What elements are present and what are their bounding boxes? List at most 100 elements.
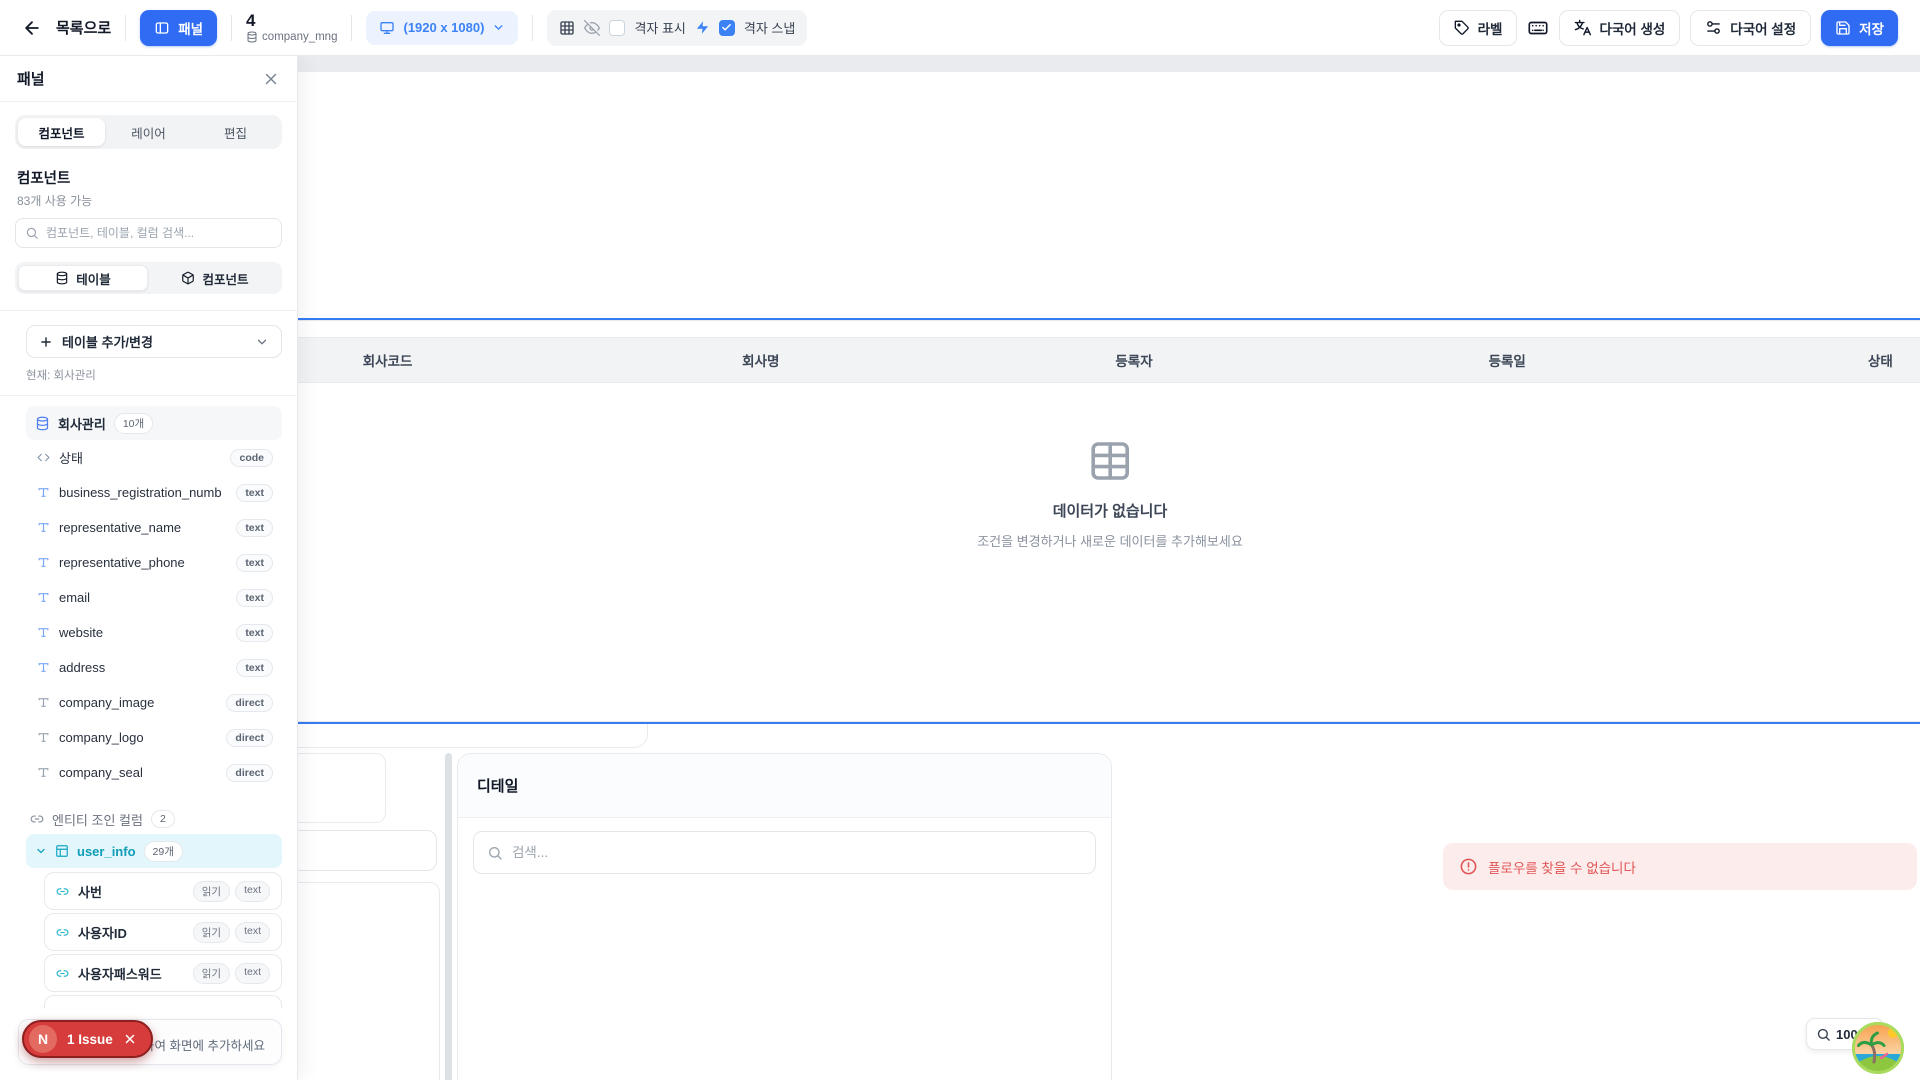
text-type-icon (37, 661, 50, 674)
column-header[interactable]: 등록일 (1321, 338, 1694, 382)
join-field-card[interactable]: 사용자패스워드 읽기 text (44, 954, 282, 992)
panel-resize-divider[interactable] (445, 753, 452, 1080)
toolbar-divider (351, 15, 352, 41)
detail-panel-title: 디테일 (477, 775, 518, 796)
join-table-row-user-info[interactable]: user_info 29개 (26, 834, 282, 868)
component-search-input[interactable] (46, 226, 272, 240)
join-field-card-clipped[interactable] (44, 995, 282, 1008)
panel-title: 패널 (17, 68, 45, 89)
i18n-settings-button[interactable]: 다국어 설정 (1690, 10, 1811, 46)
viewport-size-value: (1920 x 1080) (403, 20, 484, 35)
text-type-icon (37, 486, 50, 499)
keyboard-shortcuts-button[interactable] (1527, 17, 1549, 39)
component-search-field[interactable] (15, 218, 282, 248)
toggle-components-label: 컴포넌트 (202, 269, 248, 288)
field-row[interactable]: website text (26, 615, 282, 650)
toggle-components[interactable]: 컴포넌트 (151, 265, 279, 291)
grid-snap-label[interactable]: 격자 스냅 (744, 18, 795, 37)
field-row[interactable]: business_registration_numb text (26, 475, 282, 510)
grid-snap-checkbox[interactable] (719, 20, 735, 36)
field-name: address (59, 660, 105, 675)
code-icon (37, 451, 50, 464)
field-type-badge: direct (226, 694, 273, 712)
field-row[interactable]: address text (26, 650, 282, 685)
detail-panel[interactable]: 디테일 (457, 753, 1112, 1080)
field-row[interactable]: company_seal direct (26, 755, 282, 790)
text-type-icon (37, 521, 50, 534)
column-header[interactable]: 회사명 (574, 338, 947, 382)
field-row[interactable]: representative_name text (26, 510, 282, 545)
join-field-card[interactable]: 사용자ID 읽기 text (44, 913, 282, 951)
toolbar-divider (532, 15, 533, 41)
field-row[interactable]: email text (26, 580, 282, 615)
sliders-icon (1705, 19, 1722, 36)
detail-search-field[interactable] (473, 831, 1096, 874)
text-type-icon (37, 696, 50, 709)
field-type-badge: text (236, 624, 273, 642)
current-table-label: 현재: 회사관리 (26, 367, 282, 383)
table-group-row[interactable]: 회사관리 10개 (26, 406, 282, 440)
field-name: representative_name (59, 520, 181, 535)
panel-divider (0, 310, 297, 311)
issue-counter-pill[interactable]: N 1 Issue (22, 1020, 153, 1058)
tab-edit[interactable]: 편집 (192, 118, 279, 146)
keyboard-icon (1527, 17, 1549, 39)
field-row[interactable]: representative_phone text (26, 545, 282, 580)
save-button-text: 저장 (1859, 18, 1884, 38)
join-table-name: user_info (77, 844, 136, 859)
label-button[interactable]: 라벨 (1439, 10, 1518, 46)
label-button-text: 라벨 (1478, 18, 1503, 38)
field-name: email (59, 590, 90, 605)
access-badge: 읽기 (193, 881, 230, 902)
panel-divider (0, 395, 297, 396)
search-icon (25, 226, 39, 240)
flow-error-text: 플로우를 찾을 수 없습니다 (1488, 857, 1636, 877)
components-section-title: 컴포넌트 (17, 167, 280, 188)
field-row[interactable]: company_logo direct (26, 720, 282, 755)
field-type-badge: text (236, 519, 273, 537)
text-type-icon (37, 731, 50, 744)
field-name: representative_phone (59, 555, 185, 570)
tab-layers[interactable]: 레이어 (105, 118, 192, 146)
grid-show-checkbox[interactable] (609, 20, 625, 36)
save-button[interactable]: 저장 (1821, 10, 1898, 46)
drag-hint-text: 하여 화면에 추가하세요 (143, 1035, 265, 1054)
text-type-icon (37, 591, 50, 604)
access-badge: 읽기 (193, 963, 230, 984)
type-badge: text (235, 922, 270, 943)
detail-search-input[interactable] (512, 845, 1082, 860)
viewport-size-dropdown[interactable]: (1920 x 1080) (366, 11, 518, 45)
join-field-card[interactable]: 사번 읽기 text (44, 872, 282, 910)
tab-components[interactable]: 컴포넌트 (18, 118, 105, 146)
field-type-badge: direct (226, 729, 273, 747)
field-row[interactable]: company_image direct (26, 685, 282, 720)
field-name: company_image (59, 695, 154, 710)
close-icon[interactable] (123, 1032, 137, 1046)
grid-show-label[interactable]: 격자 표시 (634, 18, 685, 37)
i18n-generate-button[interactable]: 다국어 생성 (1559, 10, 1680, 46)
back-button[interactable] (22, 18, 42, 38)
join-count-badge: 2 (151, 810, 175, 828)
entity-join-label: 엔티티 조인 컬럼 (52, 810, 143, 829)
island-badge[interactable] (1850, 1020, 1906, 1076)
grid-settings-group: 격자 표시 격자 스냅 (547, 10, 807, 46)
join-field-name: 사용자ID (78, 923, 127, 942)
link-icon (30, 812, 44, 826)
link-icon (56, 885, 69, 898)
field-row[interactable]: 상태 code (26, 440, 282, 475)
add-table-dropdown[interactable]: 테이블 추가/변경 (26, 325, 282, 358)
close-icon[interactable] (262, 70, 280, 88)
panel-toggle-button[interactable]: 패널 (140, 10, 217, 46)
field-name: website (59, 625, 103, 640)
column-header[interactable]: 등록자 (947, 338, 1320, 382)
toggle-tables[interactable]: 테이블 (18, 265, 148, 291)
table-group-name: 회사관리 (58, 414, 106, 433)
grid-icon (559, 20, 575, 36)
entity-join-section-header: 엔티티 조인 컬럼 2 (26, 804, 282, 834)
join-field-name: 사번 (78, 882, 102, 901)
join-field-name: 사용자패스워드 (78, 964, 162, 983)
back-to-list-label[interactable]: 목록으로 (56, 17, 111, 38)
table-grid-icon (1086, 437, 1134, 485)
column-header[interactable]: 상태 (1694, 338, 1920, 382)
component-panel: 패널 컴포넌트 레이어 편집 컴포넌트 83개 사용 가능 테이블 (0, 56, 298, 1080)
